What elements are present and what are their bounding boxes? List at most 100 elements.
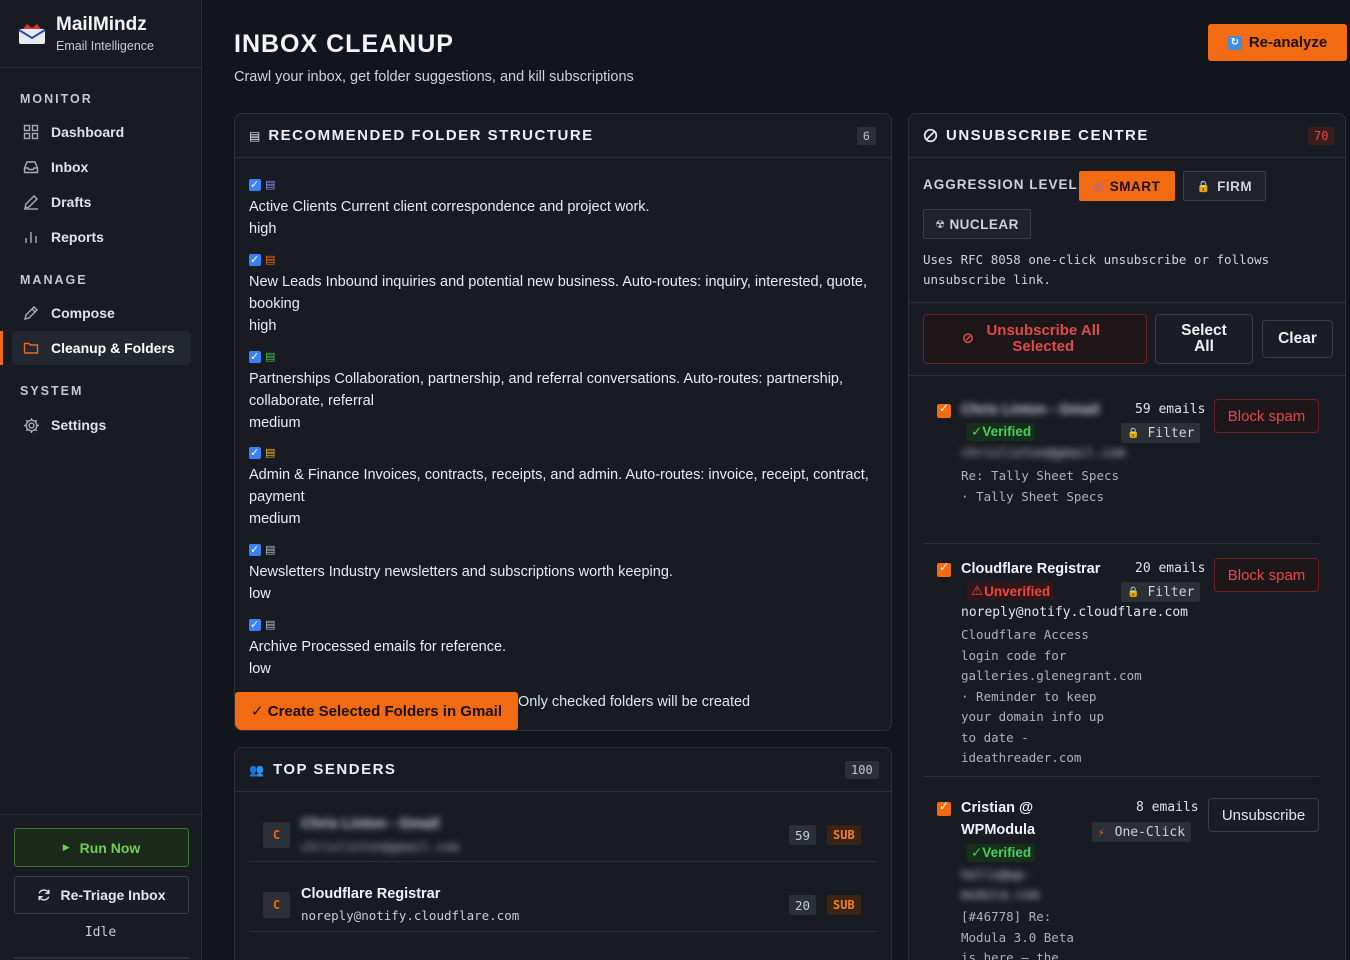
folder-list-icon: ▤: [265, 619, 276, 632]
bolt-icon: ⚡: [1098, 825, 1105, 839]
reanalyze-label: Re-analyze: [1248, 34, 1328, 51]
brand: MailMindz Email Intelligence: [0, 0, 201, 68]
clear-button[interactable]: Clear: [1262, 320, 1333, 358]
sender-name: Chris Linton - Gmail: [961, 402, 1100, 418]
block-spam-button[interactable]: Block spam: [1214, 399, 1319, 433]
brand-tagline: Email Intelligence: [56, 39, 154, 53]
sidebar-item-dashboard[interactable]: Dashboard: [12, 115, 191, 149]
folder-row: ▤ Partnerships Collaboration, partnershi…: [249, 346, 861, 434]
sender-checkbox[interactable]: [937, 560, 951, 577]
run-now-button[interactable]: ▶ Run Now: [14, 828, 189, 867]
status-text: Idle: [84, 925, 117, 940]
level-label: NUCLEAR: [949, 216, 1019, 232]
unsub-count-badge: 70: [1308, 127, 1335, 145]
aggression-firm-button[interactable]: 🔒 FIRM: [1183, 171, 1266, 201]
sidebar-item-inbox[interactable]: Inbox: [12, 150, 191, 184]
page-subtitle: Crawl your inbox, get folder suggestions…: [234, 69, 634, 85]
sender-checkbox[interactable]: [937, 401, 951, 418]
folder-priority: high: [249, 221, 277, 238]
sender-email: noreply@notify.cloudflare.com: [961, 605, 1188, 620]
sender-email-count: 20: [789, 895, 817, 915]
page-title: INBOX CLEANUP: [234, 30, 454, 58]
folder-checkbox[interactable]: [249, 249, 261, 271]
folder-list-icon: ▤: [265, 447, 276, 460]
aggression-nuclear-button[interactable]: ☢ NUCLEAR: [923, 209, 1031, 239]
reanalyze-button[interactable]: ↻ Re-analyze: [1208, 24, 1347, 61]
method-badge: ⚡ One-Click: [1092, 822, 1192, 842]
grid-icon: [22, 123, 40, 141]
sidebar-item-label: Drafts: [51, 194, 92, 210]
table-row[interactable]: C Chris Linton - Gmail chrislinton@gmail…: [249, 792, 877, 862]
folder-icon: [22, 339, 40, 357]
button-label: Select All: [1181, 322, 1227, 355]
folder-checkbox[interactable]: [249, 614, 261, 636]
method-badge: 🔒 Filter: [1121, 582, 1201, 602]
sidebar-item-drafts[interactable]: Drafts: [12, 185, 191, 219]
panel-title: UNSUBSCRIBE CENTRE: [946, 127, 1149, 144]
folder-checkbox[interactable]: [249, 174, 261, 196]
aggression-description: Uses RFC 8058 one-click unsubscribe or f…: [923, 252, 1270, 287]
subscription-badge: SUB: [827, 895, 861, 915]
radiation-icon: ☢: [935, 218, 946, 231]
play-icon: ▶: [62, 842, 70, 852]
sender-email-count: 8 emails: [1136, 800, 1199, 815]
sender-email: hello@wp-modula.com: [961, 868, 1040, 903]
method-label: Filter: [1147, 425, 1195, 441]
refresh-icon: ↻: [1227, 35, 1242, 50]
folder-list-icon: ▤: [265, 351, 276, 364]
sender-name: Cloudflare Registrar: [961, 561, 1101, 577]
sidebar-item-settings[interactable]: Settings: [12, 408, 191, 442]
sidebar-item-cleanup-folders[interactable]: Cleanup & Folders: [12, 331, 191, 365]
status-label: Unverified: [984, 583, 1051, 599]
unsubscribe-centre-panel: UNSUBSCRIBE CENTRE 70 AGGRESSION LEVEL: …: [908, 113, 1346, 960]
folder-description: New Leads Inbound inquiries and potentia…: [249, 274, 867, 313]
sender-checkbox[interactable]: [937, 799, 951, 816]
sender-subject: [#46778] Re: Modula 3.0 Beta is here — t…: [961, 909, 1074, 960]
pencil-icon: [22, 193, 40, 211]
sidebar-item-label: Reports: [51, 229, 104, 245]
divider: [909, 375, 1345, 376]
select-all-button[interactable]: Select All: [1155, 314, 1253, 364]
nav-section-manage: MANAGE: [20, 273, 88, 287]
retriage-label: Re-Triage Inbox: [60, 887, 166, 903]
sender-email-count: 20 emails: [1135, 561, 1206, 576]
sender-name: Cristian @ WPModula: [961, 800, 1036, 838]
folder-description: Admin & Finance Invoices, contracts, rec…: [249, 467, 869, 506]
method-badge: 🔒 Filter: [1121, 423, 1201, 443]
active-indicator: [0, 331, 3, 365]
lock-icon: 🔒: [1127, 427, 1140, 439]
aggression-smart-button[interactable]: ◎ SMART: [1079, 171, 1175, 201]
aggression-label: AGGRESSION LEVEL:: [923, 177, 1084, 192]
sidebar-item-compose[interactable]: Compose: [12, 296, 191, 330]
method-label: Filter: [1147, 584, 1195, 600]
folder-description: Newsletters Industry newsletters and sub…: [249, 564, 673, 581]
table-row[interactable]: C Cloudflare Registrar noreply@notify.cl…: [249, 862, 877, 932]
gear-icon: [22, 416, 40, 434]
create-folders-button[interactable]: ✓ Create Selected Folders in Gmail: [235, 692, 518, 730]
retriage-inbox-button[interactable]: Re-Triage Inbox: [14, 876, 189, 914]
panel-header: UNSUBSCRIBE CENTRE 70: [909, 114, 1345, 158]
run-now-label: Run Now: [79, 839, 141, 856]
sidebar-footer: ▶ Run Now Re-Triage Inbox Idle: [0, 814, 201, 960]
folder-description: Partnerships Collaboration, partnership,…: [249, 371, 844, 410]
folder-checkbox[interactable]: [249, 346, 261, 368]
folder-priority: medium: [249, 511, 301, 528]
unsubscribe-all-selected-button[interactable]: ⊘ Unsubscribe All Selected: [923, 314, 1147, 364]
block-spam-button[interactable]: Block spam: [1214, 558, 1319, 592]
folder-priority: medium: [249, 415, 301, 432]
lock-icon: 🔒: [1127, 586, 1140, 598]
button-label: Unsubscribe All Selected: [986, 322, 1101, 355]
folder-row: ▤ Archive Processed emails for reference…: [249, 614, 879, 680]
unsubscribe-button[interactable]: Unsubscribe: [1208, 798, 1319, 832]
folder-structure-panel: ▤ RECOMMENDED FOLDER STRUCTURE 6 ▤ Activ…: [234, 113, 892, 731]
folder-checkbox[interactable]: [249, 442, 261, 464]
list-item: Cloudflare Registrar ⚠ Unverified norepl…: [923, 545, 1319, 777]
panel-header: ▤ RECOMMENDED FOLDER STRUCTURE 6: [235, 114, 891, 158]
sender-email-count: 59 emails: [1135, 402, 1206, 417]
verified-badge: ✓Verified: [967, 423, 1036, 441]
folder-checkbox[interactable]: [249, 539, 261, 561]
divider: [909, 302, 1345, 303]
sidebar-item-reports[interactable]: Reports: [12, 220, 191, 254]
level-label: SMART: [1109, 178, 1161, 194]
folder-priority: low: [249, 661, 271, 678]
